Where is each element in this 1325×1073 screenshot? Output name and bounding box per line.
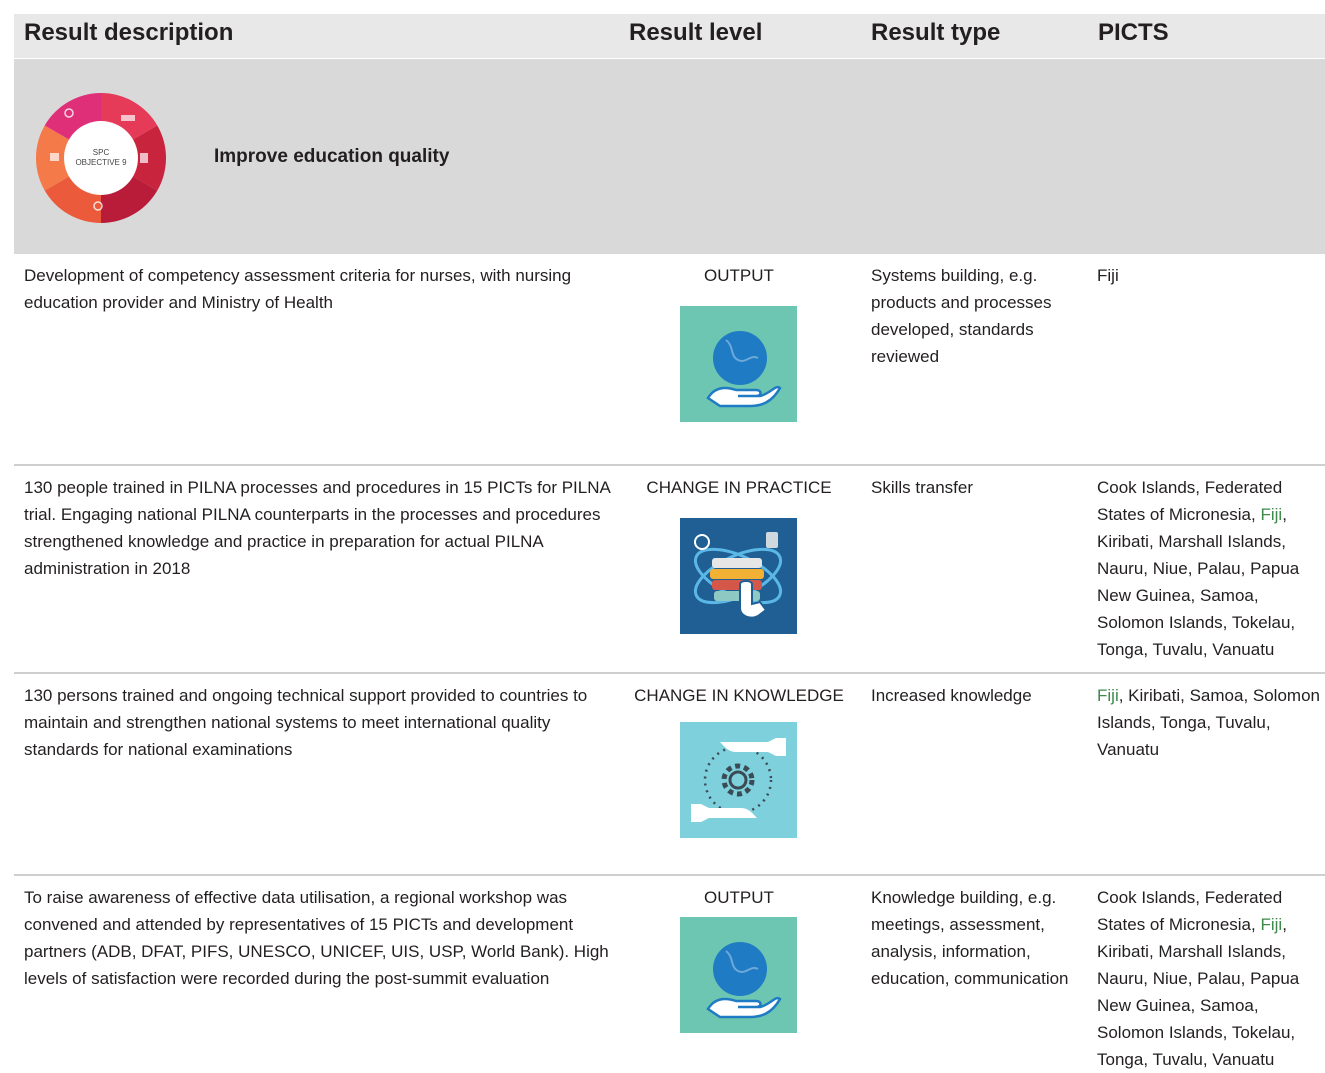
- wheel-label-line2: OBJECTIVE 9: [75, 158, 127, 167]
- picts-fiji-link[interactable]: Fiji: [1260, 505, 1282, 524]
- row-result-type: Skills transfer: [871, 478, 974, 497]
- row-result-level: OUTPUT: [704, 888, 774, 907]
- row-description: To raise awareness of effective data uti…: [24, 888, 609, 988]
- row-divider: [14, 672, 1325, 674]
- row-description: 130 persons trained and ongoing technica…: [24, 686, 588, 759]
- row-description: Development of competency assessment cri…: [24, 266, 572, 312]
- row-description: 130 people trained in PILNA processes an…: [24, 478, 610, 578]
- picts-before: Cook Islands, Federated States of Micron…: [1097, 478, 1283, 524]
- header-picts: PICTS: [1098, 19, 1169, 46]
- row-result-level: CHANGE IN KNOWLEDGE: [634, 686, 844, 705]
- picts-after: , Kiribati, Marshall Islands, Nauru, Niu…: [1097, 915, 1300, 1069]
- header-result-description: Result description: [24, 19, 234, 46]
- picts-fiji-link[interactable]: Fiji: [1260, 915, 1282, 934]
- table-header: Result description Result level Result t…: [14, 14, 1325, 58]
- sdg-wheel-icon: SPC OBJECTIVE 9: [36, 93, 166, 223]
- row-divider: [14, 464, 1325, 466]
- row-picts: Fiji, Kiribati, Samoa, Solomon Islands, …: [1097, 682, 1325, 763]
- row-picts: Fiji: [1097, 262, 1325, 289]
- objective-title: Improve education quality: [214, 146, 450, 167]
- row-picts: Cook Islands, Federated States of Micron…: [1097, 474, 1325, 663]
- objective-band: SPC OBJECTIVE 9 Improve education qualit…: [14, 59, 1325, 254]
- row-result-level: CHANGE IN PRACTICE: [646, 478, 832, 497]
- picts-after: , Kiribati, Samoa, Solomon Islands, Tong…: [1097, 686, 1320, 759]
- picts-before: Cook Islands, Federated States of Micron…: [1097, 888, 1283, 934]
- row-picts: Cook Islands, Federated States of Micron…: [1097, 884, 1325, 1073]
- picts-after: Fiji: [1097, 266, 1119, 285]
- books-touch-icon: [680, 518, 797, 634]
- row-result-type: Systems building, e.g. products and proc…: [871, 266, 1052, 366]
- hand-globe-icon: [680, 917, 797, 1033]
- hands-gear-icon: [680, 722, 797, 838]
- row-result-type: Knowledge building, e.g. meetings, asses…: [871, 888, 1069, 988]
- header-result-type: Result type: [871, 19, 1001, 46]
- header-result-level: Result level: [629, 19, 763, 46]
- row-result-level: OUTPUT: [704, 266, 774, 285]
- row-result-type: Increased knowledge: [871, 686, 1032, 705]
- picts-after: , Kiribati, Marshall Islands, Nauru, Niu…: [1097, 505, 1300, 659]
- picts-fiji-link[interactable]: Fiji: [1097, 686, 1119, 705]
- row-divider: [14, 874, 1325, 876]
- hand-globe-icon: [680, 306, 797, 422]
- wheel-label-line1: SPC: [93, 148, 110, 157]
